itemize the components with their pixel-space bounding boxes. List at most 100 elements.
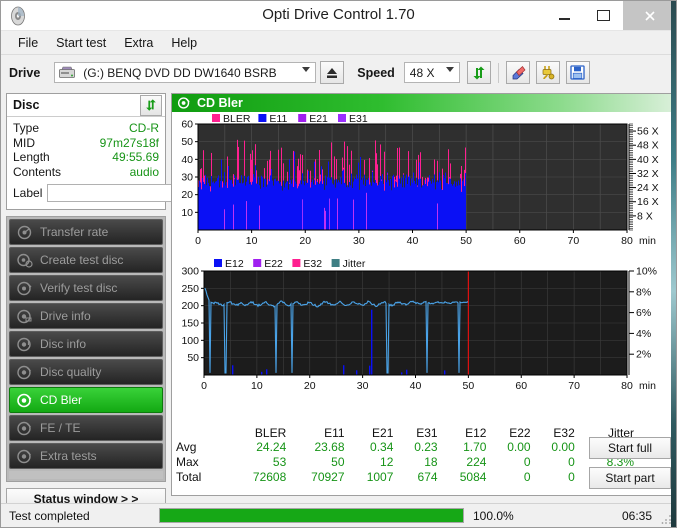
stats-cell: 0.00 [551, 440, 575, 454]
eject-icon [327, 67, 338, 78]
quality-icon [16, 364, 33, 381]
svg-text:40: 40 [181, 154, 193, 166]
progress-bar [159, 508, 464, 523]
stats-cell: 1.70 [463, 440, 487, 454]
elapsed-time: 06:35 [621, 508, 652, 523]
menu-bar: File Start test Extra Help [1, 31, 676, 55]
eraser-icon [512, 65, 526, 79]
sidebar-item-create-test-disc[interactable]: Create test disc [9, 247, 163, 273]
maximize-button[interactable] [584, 1, 623, 30]
stats-cell: 24.24 [256, 440, 287, 454]
stats-cell: 0 [568, 470, 575, 484]
stats-cell: 23.68 [314, 440, 345, 454]
status-bar: Test completed 100.0% 06:35 [1, 503, 676, 527]
save-button[interactable] [565, 61, 590, 84]
drive-label: Drive [9, 65, 41, 80]
sidebar-item-label: Transfer rate [40, 225, 109, 239]
stats-col-bler: BLER [254, 426, 287, 440]
svg-text:20: 20 [304, 380, 316, 392]
stats-cell: 0.34 [370, 440, 394, 454]
toolbar-separator [497, 62, 499, 83]
menu-item-extra[interactable]: Extra [115, 34, 162, 52]
stats-cell: 0 [568, 455, 575, 469]
speed-select[interactable]: 48 X [403, 62, 460, 83]
drive-value: (G:) BENQ DVD DD DW1640 BSRB [83, 65, 277, 80]
disc-refresh-button[interactable] [140, 94, 162, 116]
sidebar-item-cd-bler[interactable]: CD Bler [9, 387, 163, 413]
disc-row-mid: MID 97m27s18f [13, 136, 159, 151]
bler-icon [177, 96, 191, 110]
svg-text:20: 20 [181, 189, 193, 201]
sidebar-item-label: Drive info [40, 309, 91, 323]
eject-button[interactable] [320, 61, 345, 84]
sidebar-item-extra-tests[interactable]: Extra tests [9, 443, 163, 469]
disc-row-length: Length 49:55.69 [13, 150, 159, 165]
floppy-save-icon [570, 65, 585, 80]
svg-text:100: 100 [181, 335, 199, 347]
start-full-button[interactable]: Start full [589, 437, 671, 459]
nav-list: Transfer rate Create test disc Verify te… [6, 216, 166, 482]
stats-cell: 224 [466, 455, 487, 469]
stats-cell: 674 [417, 470, 438, 484]
plug-icon [542, 65, 555, 79]
disc-value: audio [129, 164, 159, 179]
drive-info-icon [16, 308, 33, 325]
menu-item-file[interactable]: File [9, 34, 47, 52]
disc-rows: Type CD-R MID 97m27s18f Length 49:55.69 … [7, 117, 216, 209]
svg-text:E21: E21 [309, 113, 328, 125]
svg-text:4%: 4% [636, 328, 651, 340]
svg-text:80: 80 [621, 380, 633, 392]
stats-row-label: Avg [176, 440, 197, 454]
sidebar-item-disc-info[interactable]: Disc info [9, 331, 163, 357]
stats-col-e22: E22 [509, 426, 531, 440]
disc-row-contents: Contents audio [13, 165, 159, 180]
sidebar-item-transfer-rate[interactable]: Transfer rate [9, 219, 163, 245]
stats-cell: 0.23 [414, 440, 438, 454]
svg-text:70: 70 [568, 380, 580, 392]
start-part-button[interactable]: Start part [589, 467, 671, 489]
disc-panel-title: Disc [13, 98, 40, 112]
left-sidebar: Disc Type CD-R MID 97m27s18f Length 49:5… [6, 93, 216, 510]
chart-panel-header: CD Bler [172, 94, 672, 112]
minimize-button[interactable] [545, 1, 584, 30]
stats-col-e21: E21 [372, 426, 394, 440]
speed-label: Speed [357, 65, 395, 80]
toolbar: Drive (G:) BENQ DVD DD DW1640 BSRB Speed [1, 55, 676, 90]
drive-select[interactable]: (G:) BENQ DVD DD DW1640 BSRB [54, 62, 317, 83]
svg-text:2%: 2% [636, 349, 651, 361]
svg-text:60: 60 [181, 119, 193, 131]
svg-text:40: 40 [407, 235, 419, 247]
svg-text:E22: E22 [264, 258, 283, 270]
svg-text:10: 10 [246, 235, 258, 247]
svg-text:24 X: 24 X [637, 182, 659, 194]
erase-button[interactable] [505, 61, 530, 84]
sidebar-item-drive-info[interactable]: Drive info [9, 303, 163, 329]
desktop-background-strip [671, 1, 676, 527]
svg-text:30: 30 [353, 235, 365, 247]
config-button[interactable] [535, 61, 560, 84]
disc-value: CD-R [129, 121, 159, 135]
svg-text:300: 300 [181, 266, 199, 278]
close-button[interactable] [623, 1, 676, 30]
svg-text:E32: E32 [303, 258, 322, 270]
maximize-icon [597, 10, 610, 21]
bler-chart: BLER E11 E21 E31 10 20 30 40 50 60 0 10 20 30 40 50 60 70… [172, 112, 672, 257]
svg-text:E31: E31 [349, 113, 368, 125]
sidebar-item-label: Extra tests [40, 449, 97, 463]
svg-text:0: 0 [195, 235, 201, 247]
menu-item-help[interactable]: Help [162, 34, 206, 52]
refresh-button[interactable] [466, 61, 491, 84]
close-icon [644, 10, 655, 21]
svg-text:16 X: 16 X [637, 196, 659, 208]
svg-text:50: 50 [463, 380, 475, 392]
svg-text:10: 10 [181, 207, 193, 219]
nav-list-footer [9, 471, 163, 479]
sidebar-item-label: FE / TE [40, 421, 81, 435]
menu-item-start-test[interactable]: Start test [47, 34, 115, 52]
svg-text:min: min [639, 235, 656, 247]
fete-icon [16, 420, 33, 437]
sidebar-item-disc-quality[interactable]: Disc quality [9, 359, 163, 385]
sidebar-item-fe-te[interactable]: FE / TE [9, 415, 163, 441]
sidebar-item-verify-test-disc[interactable]: Verify test disc [9, 275, 163, 301]
stats-cell: 53 [272, 455, 287, 469]
